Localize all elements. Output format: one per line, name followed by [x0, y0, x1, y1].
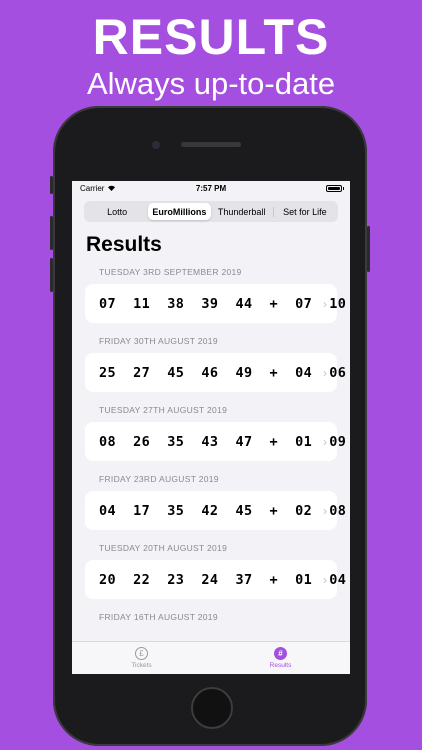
earpiece-speaker [181, 142, 241, 147]
volume-up-button [50, 216, 53, 250]
draw-date: FRIDAY 30TH AUGUST 2019 [99, 336, 218, 346]
status-bar: Carrier 7:57 PM [72, 181, 350, 195]
chevron-right-icon: › [323, 366, 327, 380]
status-time: 7:57 PM [195, 183, 227, 193]
segment-set-for-life[interactable]: Set for Life [274, 203, 336, 220]
chevron-right-icon: › [323, 435, 327, 449]
result-group: TUESDAY 27TH AUGUST 2019 08 26 35 43 47 … [72, 403, 350, 461]
segment-thunderball[interactable]: Thunderball [211, 203, 273, 220]
tab-label: Results [269, 662, 292, 669]
result-row[interactable]: 20 22 23 24 37 + 01 04 › [85, 560, 346, 599]
drawn-numbers: 04 17 35 42 45 + 02 08 [99, 502, 347, 519]
phone-screen: Carrier 7:57 PM Lotto EuroMillions Thund… [72, 181, 350, 674]
chevron-right-icon: › [323, 504, 327, 518]
draw-date: FRIDAY 23RD AUGUST 2019 [99, 474, 219, 484]
result-row[interactable]: 25 27 45 46 49 + 04 06 › [85, 353, 346, 392]
phone-frame: Carrier 7:57 PM Lotto EuroMillions Thund… [50, 106, 370, 746]
tab-results[interactable]: # Results [211, 642, 350, 674]
lottery-segmented-control: Lotto EuroMillions Thunderball Set for L… [84, 201, 338, 222]
segment-lotto[interactable]: Lotto [86, 203, 148, 220]
segment-euromillions[interactable]: EuroMillions [148, 203, 211, 220]
hash-icon: # [274, 647, 287, 660]
result-row[interactable]: 07 11 38 39 44 + 07 10 › [85, 284, 346, 323]
pound-coin-icon: £ [135, 647, 148, 660]
draw-date: TUESDAY 27TH AUGUST 2019 [99, 405, 228, 415]
power-button [367, 226, 370, 272]
promo-headline: RESULTS [92, 9, 330, 65]
promo-subheadline: Always up-to-date [86, 66, 336, 101]
draw-date: FRIDAY 16TH AUGUST 2019 [99, 612, 218, 622]
page-title: Results [86, 233, 162, 256]
front-camera [152, 141, 160, 149]
home-button[interactable] [191, 687, 233, 729]
result-group: FRIDAY 23RD AUGUST 2019 04 17 35 42 45 +… [72, 472, 350, 530]
chevron-right-icon: › [323, 297, 327, 311]
tab-label: Tickets [131, 662, 152, 669]
drawn-numbers: 25 27 45 46 49 + 04 06 [99, 364, 347, 381]
drawn-numbers: 20 22 23 24 37 + 01 04 [99, 571, 347, 588]
draw-date: TUESDAY 20TH AUGUST 2019 [99, 543, 228, 553]
battery-icon [326, 184, 344, 192]
result-row[interactable]: 04 17 35 42 45 + 02 08 › [85, 491, 346, 530]
result-group: TUESDAY 3RD SEPTEMBER 2019 07 11 38 39 4… [72, 265, 350, 323]
result-group: TUESDAY 20TH AUGUST 2019 20 22 23 24 37 … [72, 541, 350, 599]
volume-down-button [50, 258, 53, 292]
draw-date: TUESDAY 3RD SEPTEMBER 2019 [99, 267, 242, 277]
chevron-right-icon: › [323, 573, 327, 587]
mute-switch [50, 176, 53, 194]
tab-tickets[interactable]: £ Tickets [72, 642, 211, 674]
drawn-numbers: 08 26 35 43 47 + 01 09 [99, 433, 347, 450]
tab-bar: £ Tickets # Results [72, 641, 350, 674]
results-list: TUESDAY 3RD SEPTEMBER 2019 07 11 38 39 4… [72, 265, 350, 625]
drawn-numbers: 07 11 38 39 44 + 07 10 [99, 295, 347, 312]
result-group: FRIDAY 16TH AUGUST 2019 [72, 610, 350, 625]
result-group: FRIDAY 30TH AUGUST 2019 25 27 45 46 49 +… [72, 334, 350, 392]
result-row[interactable]: 08 26 35 43 47 + 01 09 › [85, 422, 346, 461]
